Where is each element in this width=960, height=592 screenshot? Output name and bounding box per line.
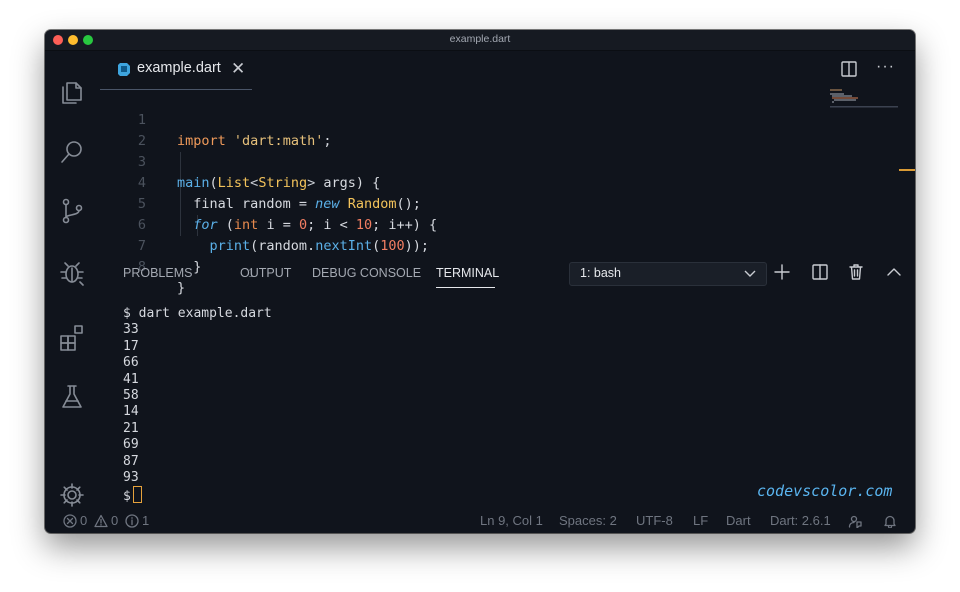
terminal-line: 93 [123,469,139,485]
terminal-prompt: $ [123,489,131,505]
info-count[interactable]: 1 [142,513,149,528]
bell-icon[interactable] [883,514,897,529]
indentation[interactable]: Spaces: 2 [559,513,617,528]
terminal-line: 87 [123,453,139,469]
code-line: 4 final random = new Random(); [137,175,421,212]
warning-icon[interactable] [94,514,108,528]
close-icon[interactable]: ✕ [231,59,245,79]
tab-debug-console[interactable]: DEBUG CONSOLE [312,266,421,280]
terminal-cursor [132,486,142,504]
cursor-position[interactable]: Ln 9, Col 1 [480,513,543,528]
debug-icon[interactable] [57,257,87,287]
terminal-prompt-line: $ [123,486,272,505]
code-line: 8 } [137,259,186,296]
language-mode[interactable]: Dart [726,513,751,528]
scrollbar-marker [899,169,915,171]
code-line: 3 main(List<String> args) { [137,154,381,191]
files-icon[interactable] [57,78,87,108]
dart-file-icon [118,63,130,76]
vscode-window: example.dart example.dart ✕ ··· 1 import… [45,30,915,533]
terminal-line: 33 [123,322,139,338]
terminal-line: 21 [123,420,139,436]
warning-count[interactable]: 0 [111,513,118,528]
dart-sdk-version[interactable]: Dart: 2.6.1 [770,513,831,528]
terminal-output[interactable]: $ dart example.dart 33 17 66 41 58 14 21… [123,306,272,505]
code-line: 6 print(random.nextInt(100)); [137,217,430,254]
more-actions-icon[interactable]: ··· [876,58,895,76]
search-icon[interactable] [57,137,87,167]
encoding[interactable]: UTF-8 [636,513,673,528]
feedback-icon[interactable] [848,514,862,529]
watermark-text: codevscolor.com [757,482,893,500]
tab-problems[interactable]: PROBLEMS [123,266,192,280]
code-line: 7 } [137,238,202,275]
terminal-line: 69 [123,437,139,453]
chevron-down-icon [744,270,756,277]
tab-terminal[interactable]: TERMINAL [436,266,499,280]
terminal-line: 66 [123,355,139,371]
status-bar: 0 0 1 Ln 9, Col 1 Spaces: 2 UTF-8 LF Dar… [45,509,915,533]
tab-output[interactable]: OUTPUT [240,266,291,280]
panel-header: PROBLEMS 1 OUTPUT DEBUG CONSOLE TERMINAL… [100,260,915,292]
terminal-line: $ dart example.dart [123,306,272,321]
split-terminal-icon[interactable] [811,263,829,281]
split-editor-icon[interactable] [840,60,858,83]
tab-example-dart[interactable]: example.dart ✕ [100,51,252,90]
extensions-icon[interactable] [57,322,87,352]
settings-gear-icon[interactable] [57,480,87,510]
add-terminal-icon[interactable] [773,263,791,281]
terminal-line: 41 [123,371,139,387]
tab-label: example.dart [137,60,221,76]
end-of-line[interactable]: LF [693,513,708,528]
code-line: 1 import 'dart:math'; [137,112,332,149]
active-tab-indicator [436,287,495,288]
activity-bar [45,51,100,513]
error-count[interactable]: 0 [80,513,87,528]
title-bar: example.dart [45,30,915,51]
terminal-line: 14 [123,404,139,420]
terminal-select[interactable]: 1: bash [569,262,767,286]
trash-icon[interactable] [847,263,865,281]
terminal-line: 58 [123,387,139,403]
source-control-icon[interactable] [57,196,87,226]
error-icon[interactable] [63,514,77,528]
terminal-select-value: 1: bash [580,266,622,280]
window-title: example.dart [449,33,511,45]
minimap[interactable] [830,88,902,170]
code-line: 2 [137,133,146,149]
code-line: 5 for (int i = 0; i < 10; i++) { [137,196,438,233]
terminal-line: 17 [123,338,139,354]
testing-icon[interactable] [57,382,87,412]
info-icon[interactable] [125,514,139,528]
chevron-up-icon[interactable] [885,263,903,281]
